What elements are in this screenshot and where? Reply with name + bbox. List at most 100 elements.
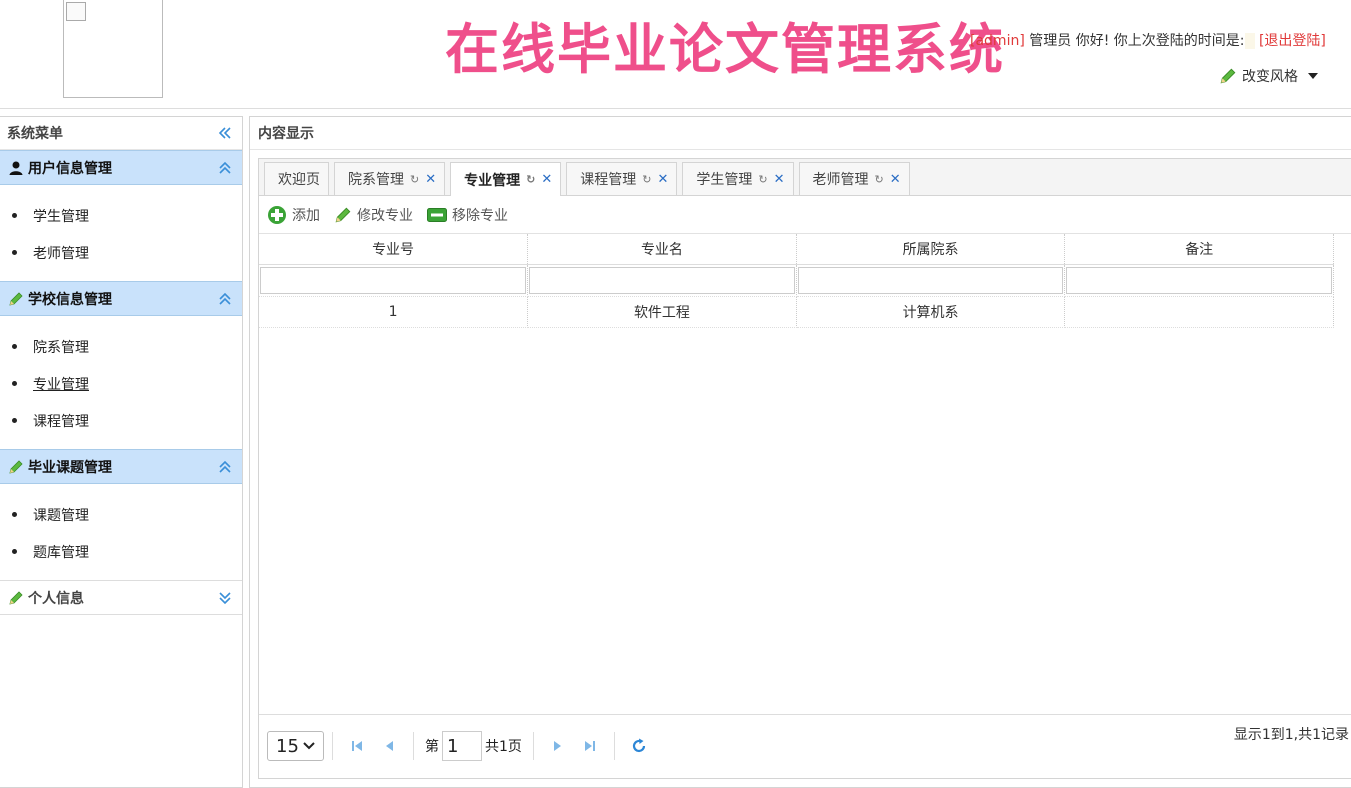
majors-table: 专业号 专业名 所属院系 备注 1 软件工程 计算机系	[259, 234, 1334, 328]
refresh-icon	[632, 738, 646, 753]
panel-header-personal-info[interactable]: 个人信息	[0, 580, 242, 615]
toolbar: 添加 修改专业 移除专业	[259, 196, 1351, 234]
pencil-icon	[1220, 68, 1236, 84]
broken-image-icon	[66, 2, 86, 21]
column-header[interactable]: 专业号	[259, 234, 529, 265]
first-page-icon	[352, 741, 362, 751]
pagination-bar: 15 第 1 共1页 显示1到1,共1记录	[259, 714, 1351, 778]
panel-title: 毕业课题管理	[28, 459, 112, 476]
prev-page-icon	[386, 741, 393, 751]
close-icon[interactable]: ✕	[425, 172, 436, 187]
remove-icon	[427, 207, 447, 222]
pencil-icon	[9, 459, 23, 474]
last-page-button[interactable]	[579, 735, 601, 757]
caret-down-icon	[1308, 73, 1318, 79]
refresh-icon[interactable]: ↻	[642, 173, 651, 186]
tab-courses[interactable]: 课程管理 ↻ ✕	[566, 162, 678, 195]
pencil-icon	[335, 207, 351, 222]
app-title: 在线毕业论文管理系统	[445, 17, 1005, 81]
sidebar: 系统菜单 用户信息管理 学生管理 老师管理 学校信息管理 院系管理 专业管理 课…	[0, 116, 243, 788]
column-header[interactable]: 备注	[1064, 234, 1334, 265]
filter-input[interactable]	[797, 266, 1064, 294]
pencil-icon	[9, 590, 23, 605]
panel-header-graduation-topics[interactable]: 毕业课题管理	[0, 449, 242, 484]
panel-header-user-info[interactable]: 用户信息管理	[0, 150, 242, 185]
logo-image	[63, 0, 163, 98]
refresh-icon[interactable]: ↻	[758, 173, 767, 186]
chevron-down-icon	[303, 742, 315, 750]
change-style-label: 改变风格	[1242, 69, 1298, 85]
edit-major-button[interactable]: 修改专业	[334, 205, 413, 225]
sidebar-item-students[interactable]: 学生管理	[0, 197, 242, 234]
collapse-left-icon[interactable]	[218, 126, 232, 140]
panel-body-user-info: 学生管理 老师管理	[0, 185, 242, 281]
panel-title: 用户信息管理	[28, 160, 112, 177]
cell-major-name: 软件工程	[527, 296, 797, 328]
tab-majors[interactable]: 专业管理 ↻ ✕	[450, 162, 562, 196]
cell-department: 计算机系	[796, 296, 1066, 328]
remove-major-button[interactable]: 移除专业	[427, 205, 508, 225]
greeting-text: 管理员 你好! 你上次登陆的时间是:	[1029, 33, 1245, 49]
sidebar-item-majors[interactable]: 专业管理	[0, 365, 242, 402]
last-page-icon	[584, 741, 595, 751]
panel-body-school-info: 院系管理 专业管理 课程管理	[0, 316, 242, 449]
close-icon[interactable]: ✕	[890, 172, 901, 187]
header: 在线毕业论文管理系统 [admin] 管理员 你好! 你上次登陆的时间是: [退…	[0, 0, 1351, 109]
record-summary: 显示1到1,共1记录	[1233, 727, 1349, 743]
tab-bar: 欢迎页 院系管理 ↻ ✕ 专业管理 ↻ ✕ 课程管理 ↻ ✕ 学生管理 ↻ ✕ 老师管理 ↻ ✕	[259, 159, 1351, 196]
sidebar-item-topics[interactable]: 课题管理	[0, 496, 242, 533]
next-page-button[interactable]	[547, 735, 569, 757]
tab-departments[interactable]: 院系管理 ↻ ✕	[334, 162, 446, 195]
page-total: 共1页	[485, 739, 522, 755]
user-bracket-close: ]	[1019, 33, 1025, 49]
tab-container: 欢迎页 院系管理 ↻ ✕ 专业管理 ↻ ✕ 课程管理 ↻ ✕ 学生管理 ↻ ✕ 老师管理 ↻ ✕ 添…	[258, 158, 1351, 779]
page-number-input[interactable]: 1	[442, 731, 482, 761]
change-style-menu[interactable]: 改变风格	[1219, 66, 1318, 86]
first-page-button[interactable]	[346, 735, 368, 757]
refresh-button[interactable]	[628, 735, 650, 757]
sidebar-item-question-bank[interactable]: 题库管理	[0, 533, 242, 570]
cell-notes	[1064, 296, 1334, 328]
user-icon	[9, 161, 23, 175]
pencil-icon	[9, 291, 23, 306]
chevron-double-down-icon[interactable]	[218, 591, 232, 605]
filter-input[interactable]	[260, 266, 527, 294]
chevron-double-up-icon[interactable]	[218, 292, 232, 306]
refresh-icon[interactable]: ↻	[410, 173, 419, 186]
prev-page-button[interactable]	[378, 735, 400, 757]
next-page-icon	[553, 741, 561, 751]
page-prefix: 第	[425, 739, 439, 755]
tab-students[interactable]: 学生管理 ↻ ✕	[682, 162, 794, 195]
filter-input[interactable]	[529, 266, 795, 294]
sidebar-item-departments[interactable]: 院系管理	[0, 328, 242, 365]
column-header[interactable]: 专业名	[527, 234, 797, 265]
tab-welcome[interactable]: 欢迎页	[264, 162, 329, 195]
separator	[332, 732, 333, 760]
separator	[613, 732, 615, 760]
user-name: admin	[975, 33, 1020, 49]
close-icon[interactable]: ✕	[774, 172, 785, 187]
filter-input[interactable]	[1066, 266, 1332, 294]
panel-header-school-info[interactable]: 学校信息管理	[0, 281, 242, 316]
table-row[interactable]: 1 软件工程 计算机系	[259, 296, 1334, 328]
add-button[interactable]: 添加	[267, 205, 320, 225]
sidebar-item-courses[interactable]: 课程管理	[0, 402, 242, 439]
close-icon[interactable]: ✕	[657, 172, 668, 187]
table-header-row: 专业号 专业名 所属院系 备注	[259, 234, 1334, 265]
user-info: [admin] 管理员 你好! 你上次登陆的时间是: [退出登陆]	[970, 30, 1326, 50]
chevron-double-up-icon[interactable]	[218, 161, 232, 175]
page-size-select[interactable]: 15	[267, 731, 324, 761]
tab-teachers[interactable]: 老师管理 ↻ ✕	[798, 162, 910, 195]
close-icon[interactable]: ✕	[541, 172, 552, 187]
sidebar-header: 系统菜单	[0, 117, 242, 150]
cell-major-id: 1	[259, 296, 529, 328]
column-header[interactable]: 所属院系	[796, 234, 1066, 265]
sidebar-title: 系统菜单	[7, 126, 63, 142]
logout-link[interactable]: [退出登陆]	[1259, 33, 1326, 49]
refresh-icon[interactable]: ↻	[526, 173, 535, 186]
refresh-icon[interactable]: ↻	[875, 173, 884, 186]
chevron-double-up-icon[interactable]	[218, 460, 232, 474]
content-title: 内容显示	[250, 117, 1351, 150]
sidebar-item-teachers[interactable]: 老师管理	[0, 234, 242, 271]
content-panel: 内容显示 欢迎页 院系管理 ↻ ✕ 专业管理 ↻ ✕ 课程管理 ↻ ✕ 学生管理 ↻ ✕ 老师管…	[249, 116, 1351, 788]
